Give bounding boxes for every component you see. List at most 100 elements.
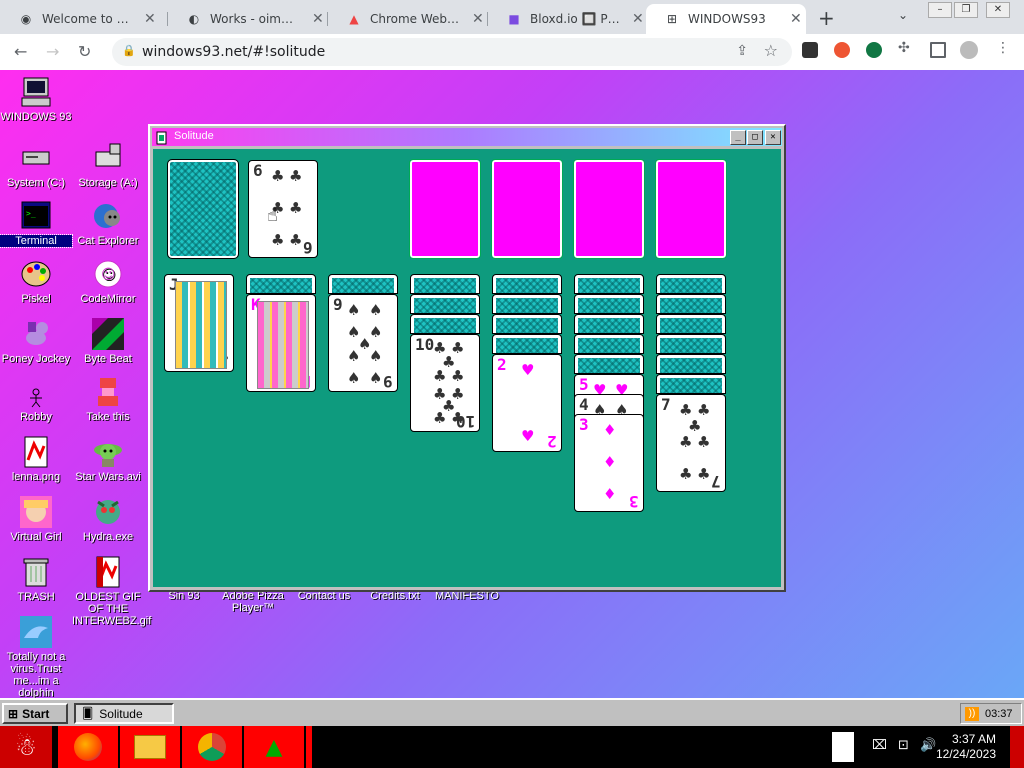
kebab-menu-icon[interactable]: ⋮ bbox=[996, 40, 1012, 56]
desktop-icon-dolphin[interactable]: Totally not a virus.Trust me...im a dolp… bbox=[0, 616, 72, 699]
chrome-taskbar-icon[interactable] bbox=[182, 726, 242, 768]
face-down-card bbox=[492, 274, 562, 294]
desktop-icon-piskel[interactable]: Piskel bbox=[0, 258, 72, 305]
desktop-icon-codemirror[interactable]: ☺ CodeMirror bbox=[72, 258, 144, 305]
profile-avatar-icon[interactable] bbox=[960, 41, 978, 59]
desktop-icon-virtual-girl[interactable]: Virtual Girl bbox=[0, 496, 72, 543]
solitude-app-icon bbox=[156, 130, 168, 145]
address-bar[interactable]: 🔒 windows93.net/#!solitude ⇪ ☆ bbox=[112, 38, 792, 66]
icon-label: Terminal bbox=[0, 234, 73, 248]
foundation-slot-2[interactable] bbox=[491, 159, 563, 259]
white-tray-box[interactable] bbox=[832, 732, 854, 762]
file-explorer-taskbar-icon[interactable] bbox=[120, 726, 180, 768]
tab-search-chevron-icon[interactable]: ⌄ bbox=[898, 8, 908, 22]
tab-windows93[interactable]: ⊞ WINDOWS93 ✕ bbox=[646, 4, 806, 34]
icon-label: Totally not a virus.Trust me...im a dolp… bbox=[6, 651, 66, 699]
card-rank-bottom: 9 bbox=[383, 372, 393, 391]
desktop-icon-terminal[interactable]: >_ Terminal bbox=[0, 200, 73, 248]
window-titlebar[interactable]: Solitude _ □ ✕ bbox=[152, 128, 782, 146]
desktop-icon-robby[interactable]: Robby bbox=[0, 388, 72, 423]
system-clock[interactable]: 3:37 AM 12/24/2023 bbox=[936, 732, 996, 762]
tab-webstore[interactable]: ▲ Chrome Web Stor ✕ bbox=[328, 4, 488, 34]
christmas-tree-taskbar-icon[interactable]: ▲ bbox=[244, 726, 304, 768]
desktop-icon-oldest-gif[interactable]: OLDEST GIF OF THE INTERWEBZ.gif bbox=[72, 556, 151, 627]
bookmark-star-icon[interactable]: ☆ bbox=[764, 41, 778, 60]
show-desktop-button[interactable] bbox=[1010, 726, 1024, 768]
tableau-6-top-card[interactable]: 3 3 ♦ ♦ ♦ bbox=[574, 414, 644, 512]
desktop-icon-byte-beat[interactable]: Byte Beat bbox=[72, 318, 144, 365]
desktop-icon-storage-a[interactable]: Storage (A:) bbox=[72, 142, 144, 189]
share-icon[interactable]: ⇪ bbox=[736, 43, 748, 59]
close-tab-icon[interactable]: ✕ bbox=[472, 11, 484, 27]
stock-pile[interactable] bbox=[167, 159, 239, 259]
green-extension-icon[interactable] bbox=[866, 42, 882, 58]
diamond-pip-icon: ♦ bbox=[603, 453, 617, 471]
webstore-icon: ▲ bbox=[349, 12, 359, 26]
terminal-icon: >_ bbox=[20, 200, 52, 232]
waste-card[interactable]: 6 6 ♣ ♣ ♣ ♣ ♣ ♣ ☝ bbox=[248, 160, 318, 258]
new-tab-button[interactable]: + bbox=[818, 6, 835, 30]
club-pip-icon: ♣ bbox=[451, 367, 465, 385]
close-tab-icon[interactable]: ✕ bbox=[632, 11, 644, 27]
club-pip-icon: ♣ bbox=[451, 409, 465, 427]
image-file-icon bbox=[20, 436, 52, 468]
close-window-button[interactable]: ✕ bbox=[986, 2, 1010, 18]
volume-icon[interactable]: 🔊 bbox=[920, 738, 936, 753]
tab-oimo[interactable]: ◐ Works - oimo.io ✕ bbox=[168, 4, 328, 34]
start-logo-icon: ⊞ bbox=[8, 706, 19, 721]
url-text[interactable]: windows93.net/#!solitude bbox=[142, 44, 325, 60]
start-button[interactable]: ⊞ Start bbox=[2, 703, 68, 724]
desktop-icon-adobe-pizza-label[interactable]: Adobe Pizza Player™ bbox=[216, 590, 290, 614]
minimize-window-button[interactable]: – bbox=[928, 2, 952, 18]
close-tab-icon[interactable]: ✕ bbox=[144, 11, 156, 27]
network-error-icon[interactable]: ⌧ bbox=[872, 738, 887, 753]
desktop-icon-star-wars[interactable]: Star Wars.avi bbox=[72, 436, 144, 483]
lock-icon[interactable]: 🔒 bbox=[122, 44, 136, 57]
heart-pip-icon: ♥ bbox=[521, 361, 535, 379]
firefox-taskbar-icon[interactable] bbox=[58, 726, 118, 768]
desktop-icon-hydra[interactable]: Hydra.exe bbox=[72, 496, 144, 543]
extension-icon[interactable] bbox=[802, 42, 818, 58]
tableau-5-top-card[interactable]: 2 2 ♥ ♥ bbox=[492, 354, 562, 452]
bloxd-icon: ■ bbox=[508, 12, 520, 26]
desktop-icon-take-this[interactable]: Take this bbox=[72, 376, 144, 423]
icon-label: Robby bbox=[20, 411, 52, 423]
forward-arrow-icon[interactable]: → bbox=[46, 42, 59, 61]
desktop-icon-cat-explorer[interactable]: Cat Explorer bbox=[72, 200, 144, 247]
close-tab-icon[interactable]: ✕ bbox=[312, 11, 324, 27]
side-panel-icon[interactable] bbox=[930, 42, 946, 58]
desktop-icon-windows93[interactable]: WINDOWS 93 bbox=[0, 76, 72, 123]
foundation-slot-1[interactable] bbox=[409, 159, 481, 259]
desktop-icon-lenna[interactable]: lenna.png bbox=[0, 436, 72, 483]
tab-title: Welcome to Chro bbox=[42, 12, 132, 26]
minimize-button[interactable]: _ bbox=[730, 130, 746, 145]
tab-title: Bloxd.io 🔲 Play or bbox=[530, 12, 620, 26]
taskbar-item-solitude[interactable]: 🂠 Solitude bbox=[74, 703, 174, 724]
rss-icon[interactable]: )) bbox=[965, 706, 979, 721]
maximize-button[interactable]: □ bbox=[747, 130, 763, 145]
close-button[interactable]: ✕ bbox=[765, 130, 781, 145]
tableau-4-top-card[interactable]: 10 10 ♣ ♣ ♣ ♣ ♣ ♣ ♣ ♣ ♣ ♣ bbox=[410, 334, 480, 432]
tab-welcome[interactable]: ◉ Welcome to Chro ✕ bbox=[0, 4, 168, 34]
puzzle-extensions-icon[interactable]: ✣ bbox=[898, 40, 914, 56]
tab-bloxd[interactable]: ■ Bloxd.io 🔲 Play or ✕ bbox=[488, 4, 644, 34]
foundation-slot-4[interactable] bbox=[655, 159, 727, 259]
santa-start-icon[interactable]: ☃ bbox=[0, 726, 52, 768]
reload-icon[interactable]: ↻ bbox=[78, 42, 91, 61]
restore-window-button[interactable]: ❐ bbox=[954, 2, 978, 18]
tableau-1-top-card[interactable]: J J bbox=[164, 274, 234, 372]
codemirror-icon: ☺ bbox=[92, 258, 124, 290]
icon-label: Storage (A:) bbox=[78, 177, 138, 189]
tableau-3-top-card[interactable]: 9 9 ♠ ♠ ♠ ♠ ♠ ♠ ♠ ♠ ♠ bbox=[328, 294, 398, 392]
network-icon[interactable]: ⊡ bbox=[898, 738, 909, 753]
foundation-slot-3[interactable] bbox=[573, 159, 645, 259]
desktop-icon-system-c[interactable]: System (C:) bbox=[0, 142, 72, 189]
tableau-7-top-card[interactable]: 7 7 ♣ ♣ ♣ ♣ ♣ ♣ ♣ bbox=[656, 394, 726, 492]
tableau-2-top-card[interactable]: K K bbox=[246, 294, 316, 392]
close-tab-icon[interactable]: ✕ bbox=[790, 11, 802, 27]
task-label: Solitude bbox=[99, 706, 143, 721]
back-arrow-icon[interactable]: ← bbox=[14, 42, 27, 61]
tomato-extension-icon[interactable] bbox=[834, 42, 850, 58]
desktop-icon-trash[interactable]: TRASH bbox=[0, 556, 72, 603]
desktop-icon-poney-jockey[interactable]: Poney Jockey bbox=[0, 318, 72, 365]
